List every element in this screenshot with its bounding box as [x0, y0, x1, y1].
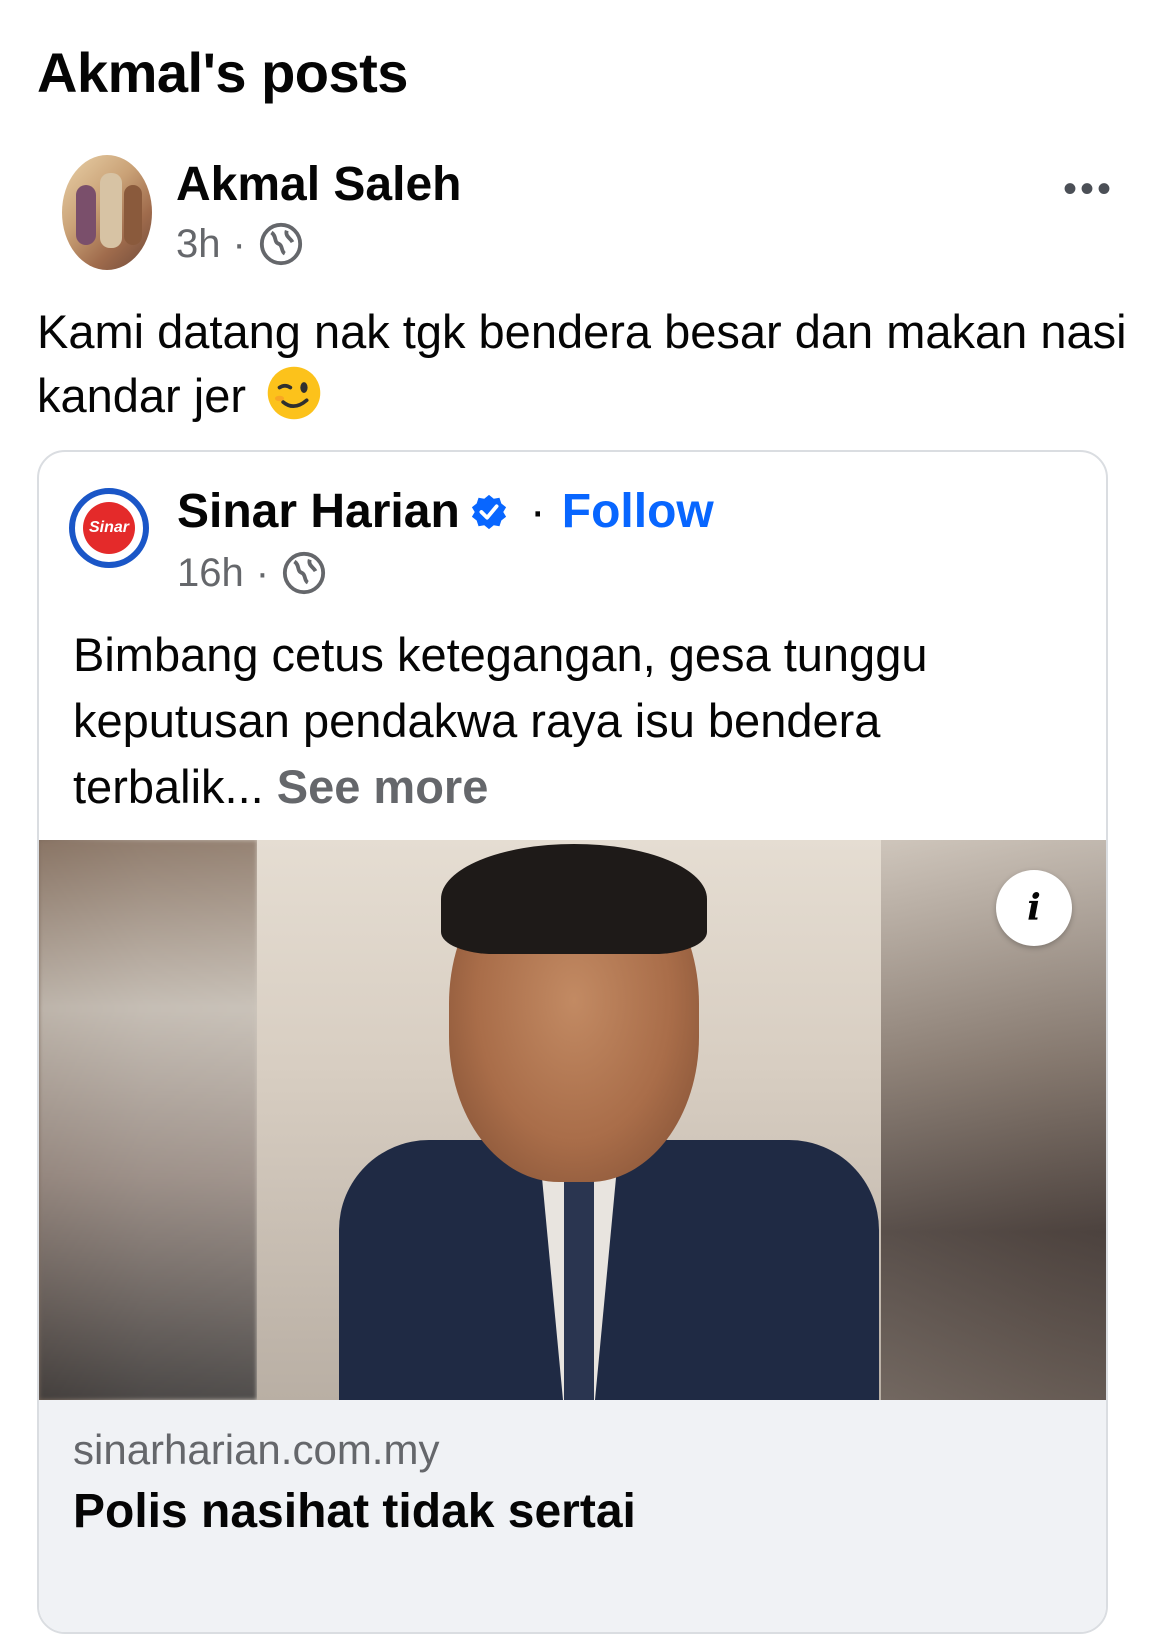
photo-blur-right	[881, 840, 1106, 1400]
shared-post-body: Bimbang cetus ketegangan, gesa tunggu ke…	[73, 628, 928, 813]
photo-blur-left	[39, 840, 257, 1400]
author-avatar[interactable]	[62, 155, 152, 270]
post-time[interactable]: 3h	[176, 222, 221, 267]
logo-text: Sinar	[83, 502, 135, 554]
article-photo[interactable]: i	[39, 840, 1106, 1400]
verified-badge-icon	[471, 494, 506, 529]
shared-post-header: Sinar Sinar Harian · Follow 16h ·	[69, 482, 1069, 602]
globe-icon	[282, 551, 326, 595]
shared-post-time[interactable]: 16h	[177, 551, 244, 596]
globe-icon	[259, 222, 302, 266]
link-preview[interactable]: sinarharian.com.my Polis nasihat tidak s…	[39, 1400, 1106, 1632]
shared-post-text: Bimbang cetus ketegangan, gesa tunggu ke…	[73, 622, 1083, 820]
post-body: Kami datang nak tgk bendera besar dan ma…	[37, 305, 1127, 422]
link-headline: Polis nasihat tidak sertai	[73, 1485, 636, 1538]
winking-face-emoji	[267, 366, 321, 420]
shared-page-line: Sinar Harian · Follow	[177, 484, 714, 539]
post-header: Akmal Saleh 3h · •••	[62, 155, 1122, 275]
meta-separator: ·	[232, 221, 246, 266]
shared-page-name[interactable]: Sinar Harian	[177, 484, 460, 539]
sinar-harian-logo[interactable]: Sinar	[69, 488, 149, 568]
page-title: Akmal's posts	[37, 41, 408, 104]
shared-meta-separator: ·	[255, 550, 270, 595]
shared-post-card[interactable]: Sinar Sinar Harian · Follow 16h · Bimban…	[37, 450, 1108, 1634]
shared-post-meta: 16h ·	[177, 550, 327, 596]
author-name[interactable]: Akmal Saleh	[176, 157, 461, 212]
info-button[interactable]: i	[996, 870, 1072, 946]
post-meta: 3h ·	[176, 221, 304, 267]
more-options-button[interactable]: •••	[1063, 169, 1114, 209]
tie	[564, 1170, 594, 1400]
person-hair	[441, 844, 707, 954]
follow-separator: ·	[529, 485, 546, 538]
follow-button[interactable]: Follow	[562, 484, 714, 539]
see-more-link[interactable]: See more	[277, 760, 489, 813]
link-domain: sinarharian.com.my	[73, 1426, 440, 1473]
post-text: Kami datang nak tgk bendera besar dan ma…	[37, 300, 1127, 428]
